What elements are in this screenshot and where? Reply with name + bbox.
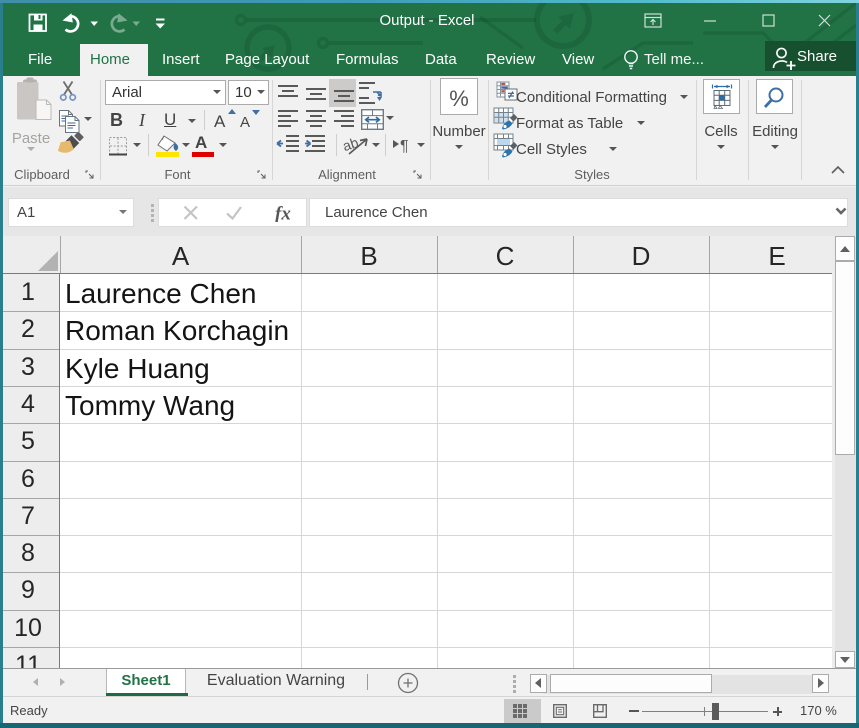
svg-text:fx: fx (275, 204, 291, 222)
svg-text:¶: ¶ (400, 138, 409, 155)
